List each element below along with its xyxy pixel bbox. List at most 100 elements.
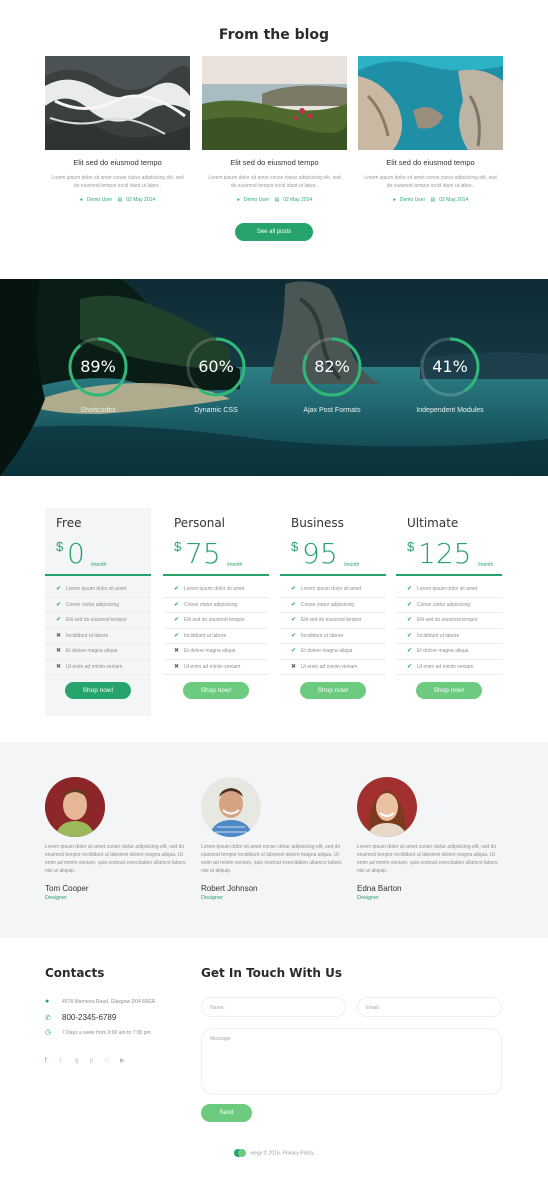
team-section: Lorem ipsum dolor sit amet conse ctetur … (0, 742, 548, 938)
youtube-icon[interactable]: ▶ (120, 1057, 135, 1064)
plan-divider (45, 574, 151, 576)
cross-icon: ✖ (56, 632, 62, 639)
plan-feature-text: Et dolore magna aliqua (66, 648, 118, 654)
plan-feature-text: Conse ctetur adipisicing (301, 601, 355, 608)
email-field[interactable]: Email: (357, 997, 502, 1017)
post-author[interactable]: Demo User (87, 197, 112, 203)
post-title[interactable]: Elit sed do eiusmod tempo (45, 158, 190, 167)
twitter-icon[interactable]: t (60, 1058, 75, 1064)
shop-now-button[interactable]: Shop now! (416, 682, 482, 699)
stat-label: Ajax Post Formats (303, 407, 361, 414)
plan-feature: ✔ Et dolore magna aliqua (396, 644, 502, 660)
currency-symbol: $ (174, 539, 182, 554)
map-pin-icon: ● (45, 998, 50, 1005)
pinterest-icon[interactable]: p (90, 1058, 105, 1064)
plan-feature: ✔ Lorem ipsum dolor sit amet (163, 582, 269, 598)
post-date: 02 May 2014 (439, 197, 469, 203)
plan-feature-text: Ut enim ad minim veniam (301, 663, 358, 670)
currency-symbol: $ (407, 539, 415, 554)
plan-feature-text: Ut enim ad minim veniam (66, 663, 123, 670)
post-author[interactable]: Demo User (244, 197, 269, 203)
cross-icon: ✖ (56, 648, 62, 654)
blog-section: From the blog Elit sed do eiusmod tempo … (0, 0, 548, 279)
plan-feature-text: Conse ctetur adipisicing (66, 601, 120, 608)
post-excerpt: Lorem ipsum dolor sit amet conse ctetur … (364, 175, 497, 189)
message-field[interactable]: Message: (201, 1028, 502, 1095)
plan-divider (280, 574, 386, 576)
blog-post[interactable]: Elit sed do eiusmod tempo Lorem ipsum do… (358, 56, 503, 203)
plan-feature: ✔ Conse ctetur adipisicing (280, 598, 386, 613)
see-all-posts-button[interactable]: See all posts (235, 223, 313, 241)
member-role[interactable]: Designer (45, 895, 190, 901)
phone-icon: ✆ (45, 1015, 51, 1022)
plan-feature: ✖ Incididunt ut labore (45, 629, 151, 644)
send-button[interactable]: Send (201, 1104, 252, 1122)
stat-value: 60% (198, 357, 234, 376)
calendar-icon: ▤ (274, 197, 280, 203)
google-plus-icon[interactable]: g (75, 1058, 90, 1064)
member-role[interactable]: Designer (201, 895, 346, 901)
plan-feature: ✔ Incididunt ut labore (163, 629, 269, 644)
contacts-title: Contacts (45, 966, 105, 980)
blog-post[interactable]: Elit sed do eiusmod tempo Lorem ipsum do… (202, 56, 347, 203)
plan-period: /month (344, 562, 360, 568)
plan-feature: ✔ Conse ctetur adipisicing (396, 598, 502, 613)
post-excerpt: Lorem ipsum dolor sit amet conse ctetur … (208, 175, 341, 189)
shop-now-button[interactable]: Shop now! (183, 682, 249, 699)
plan-feature-text: Conse ctetur adipisicing (184, 601, 238, 608)
check-icon: ✔ (291, 586, 297, 592)
instagram-icon[interactable]: □ (105, 1058, 120, 1064)
blog-post[interactable]: Elit sed do eiusmod tempo Lorem ipsum do… (45, 56, 190, 203)
plan-feature: ✔ Lorem ipsum dolor sit amet (280, 582, 386, 598)
check-icon: ✔ (291, 601, 297, 608)
plan-price: 0 (67, 537, 85, 570)
calendar-icon: ▤ (117, 197, 123, 203)
member-bio: Lorem ipsum dolor sit amet conse ctetur … (45, 844, 186, 874)
stats-section: 89% Shortcodes 60% Dynamic CSS 82% Ajax … (0, 279, 548, 476)
contact-address: ● 4578 Marmora Road, Glasgow D04 89GR (45, 997, 155, 1007)
shop-now-button[interactable]: Shop now! (300, 682, 366, 699)
check-icon: ✔ (56, 586, 62, 592)
name-field[interactable]: Name: (201, 997, 346, 1017)
post-author[interactable]: Demo User (400, 197, 425, 203)
plan-feature-text: Et dolore magna aliqua (184, 648, 236, 654)
contacts-section: Contacts ● 4578 Marmora Road, Glasgow D04… (0, 938, 548, 1195)
post-image-cliffs[interactable] (358, 56, 503, 150)
blog-title: From the blog (218, 27, 330, 43)
plan-features: ✔ Lorem ipsum dolor sit amet ✔ Conse ctetur… (163, 582, 269, 675)
member-role[interactable]: Designer (357, 895, 502, 901)
user-icon: ● (236, 197, 240, 203)
avatar (45, 777, 105, 837)
user-icon: ● (79, 197, 83, 203)
plan-features: ✔ Lorem ipsum dolor sit amet ✔ Conse ctetur… (280, 582, 386, 675)
check-icon: ✔ (407, 632, 413, 639)
post-title[interactable]: Elit sed do eiusmod tempo (358, 158, 503, 167)
stat-shortcodes: 89% (58, 337, 138, 417)
contact-hours: ◷ 7 Days a week from 9:00 am to 7:00 pm (45, 1028, 151, 1038)
shop-now-button[interactable]: Shop now! (65, 682, 131, 699)
plan-name: Free (56, 516, 82, 530)
plan-ultimate: Ultimate $ 125 /month ✔ Lorem ipsum dolor… (396, 508, 502, 716)
plan-feature: ✔ Elit sed do eiusmod tempor (280, 613, 386, 629)
post-excerpt: Lorem ipsum dolor sit amet conse ctetur … (51, 175, 184, 189)
copyright-text[interactable]: wegy © 2015. Privacy Policy (250, 1150, 313, 1156)
plan-feature: ✖ Et dolore magna aliqua (163, 644, 269, 660)
plan-feature-text: Elit sed do eiusmod tempor (66, 617, 127, 623)
check-icon: ✔ (407, 586, 413, 592)
post-title[interactable]: Elit sed do eiusmod tempo (202, 158, 347, 167)
plan-feature-text: Elit sed do eiusmod tempor (417, 617, 478, 623)
phone-text[interactable]: 800-2345-6789 (62, 1013, 116, 1022)
plan-divider (396, 574, 502, 576)
post-image-waves[interactable] (45, 56, 190, 150)
plan-name: Personal (174, 516, 226, 530)
post-image-coast[interactable] (202, 56, 347, 150)
stat-independent-modules: 41% (410, 337, 490, 417)
logo-icon (234, 1149, 247, 1157)
stat-value: 89% (80, 357, 116, 376)
plan-feature: ✖ Ut enim ad minim veniam (163, 660, 269, 675)
plan-feature-text: Incididunt ut labore (417, 632, 460, 639)
check-icon: ✔ (174, 586, 180, 592)
plan-feature-text: Lorem ipsum dolor sit amet (66, 586, 127, 592)
facebook-icon[interactable]: f (45, 1058, 60, 1064)
pricing-section: Free $ 0 /month ✔ Lorem ipsum dolor sit a… (0, 476, 548, 742)
